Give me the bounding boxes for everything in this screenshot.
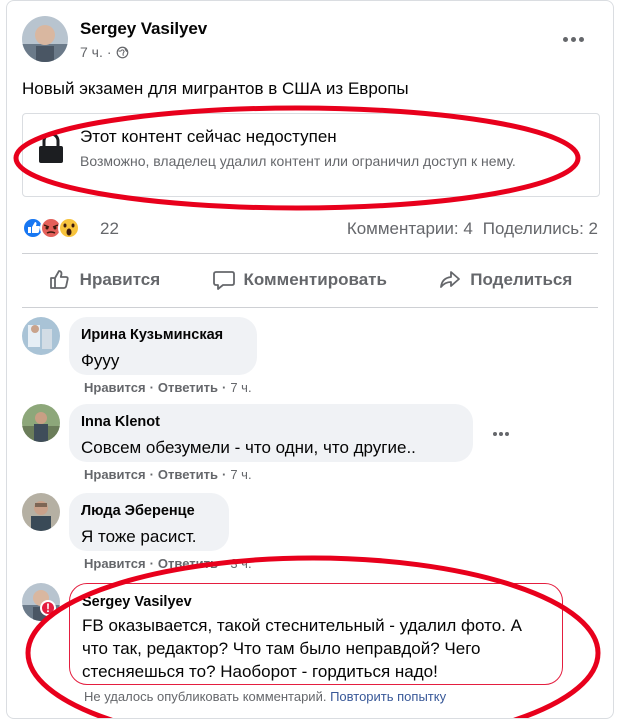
comment-time[interactable]: 3 ч. (230, 556, 251, 571)
post-stats: 22 Комментарии: 4 Поделились: 2 (22, 213, 598, 243)
comment-bubble: Люда Эберенце Я тоже расист. (69, 493, 229, 551)
unavailable-description: Возможно, владелец удалил контент или ог… (80, 153, 516, 169)
link-separator: · (221, 380, 227, 395)
divider (22, 307, 598, 308)
reaction-icons[interactable] (22, 216, 94, 240)
publish-failed-text: Не удалось опубликовать комментарий. (84, 689, 327, 704)
comment-icon (212, 271, 235, 290)
comment-item: Люда Эберенце Я тоже расист. Нравится · О… (22, 493, 598, 573)
like-button[interactable]: Нравится (34, 262, 175, 298)
meta-separator: · (106, 44, 112, 60)
more-dot (499, 432, 503, 436)
comment-more-options-button[interactable] (490, 423, 512, 445)
comment-bubble: Inna Klenot Совсем обезумели - что одни,… (69, 404, 473, 462)
comment-text: Я тоже расист. (81, 527, 197, 546)
comment-reply-link[interactable]: Ответить (158, 467, 218, 482)
share-button-label: Поделиться (470, 270, 573, 289)
stats-right: Комментарии: 4 Поделились: 2 (347, 219, 598, 239)
comment-actions: Нравится · Ответить · 7 ч. (84, 380, 252, 395)
link-separator: · (149, 556, 154, 571)
author-name[interactable]: Sergey Vasilyev (80, 19, 207, 39)
publish-failed-note: Не удалось опубликовать комментарий. Пов… (84, 689, 446, 704)
share-button[interactable]: Поделиться (424, 262, 586, 298)
commenter-avatar[interactable] (22, 493, 60, 531)
post-more-options-button[interactable] (560, 26, 586, 52)
comment-bubble: Sergey Vasilyev FB оказывается, такой ст… (69, 583, 563, 685)
comment-button-label: Комментировать (243, 270, 387, 289)
link-separator: · (149, 380, 154, 395)
more-dot (505, 432, 509, 436)
retry-link[interactable]: Повторить попытку (330, 689, 446, 704)
shares-count[interactable]: Поделились: 2 (483, 219, 598, 239)
unavailable-content-box: Этот контент сейчас недоступен Возможно,… (22, 113, 600, 197)
commenter-name[interactable]: Inna Klenot (81, 412, 461, 432)
wow-reaction-icon (58, 217, 80, 239)
commenter-name[interactable]: Sergey Vasilyev (82, 592, 550, 612)
link-separator: · (221, 467, 227, 482)
comment-like-link[interactable]: Нравится (84, 556, 146, 571)
comment-like-link[interactable]: Нравится (84, 467, 146, 482)
comment-text: Фууу (81, 351, 120, 370)
commenter-name[interactable]: Люда Эберенце (81, 501, 217, 521)
comment-actions: Нравится · Ответить · 3 ч. (84, 556, 252, 571)
comment-text: FB оказывается, такой стеснительный - уд… (82, 616, 522, 681)
post-card: Sergey Vasilyev 7 ч. · Новый экзамен для… (6, 0, 614, 719)
error-icon: ! (40, 600, 56, 616)
like-button-label: Нравится (79, 270, 161, 289)
more-dots-icon (562, 36, 568, 42)
link-separator: · (221, 556, 227, 571)
commenter-name[interactable]: Ирина Кузьминская (81, 325, 245, 345)
commenter-avatar[interactable] (22, 317, 60, 355)
comment-item-failed: ! Sergey Vasilyev FB оказывается, такой … (22, 583, 598, 718)
comment-item: Inna Klenot Совсем обезумели - что одни,… (22, 404, 598, 484)
comment-bubble: Ирина Кузьминская Фууу (69, 317, 257, 375)
post-text: Новый экзамен для мигрантов в США из Евр… (22, 79, 409, 98)
divider (22, 253, 598, 254)
comment-text: Совсем обезумели - что одни, что другие.… (81, 438, 416, 457)
post-actions: Нравится Комментировать Поделиться (22, 257, 598, 303)
comment-like-link[interactable]: Нравится (84, 380, 146, 395)
comment-time[interactable]: 7 ч. (230, 467, 251, 482)
globe-icon (116, 46, 128, 58)
comment-reply-link[interactable]: Ответить (158, 380, 218, 395)
more-dot (570, 36, 576, 42)
lock-icon (39, 132, 63, 163)
comments-count[interactable]: Комментарии: 4 (347, 219, 473, 239)
more-dot (578, 36, 584, 42)
comment-reply-link[interactable]: Ответить (158, 556, 218, 571)
link-separator: · (149, 467, 154, 482)
comment-actions: Нравится · Ответить · 7 ч. (84, 467, 252, 482)
reaction-count[interactable]: 22 (100, 219, 119, 239)
comment-time[interactable]: 7 ч. (230, 380, 251, 395)
post-meta: 7 ч. · (80, 44, 129, 60)
more-dots-icon (493, 432, 497, 436)
post-time[interactable]: 7 ч. (80, 44, 103, 60)
comment-button[interactable]: Комментировать (198, 262, 401, 298)
post-header: Sergey Vasilyev 7 ч. · (22, 16, 598, 68)
share-icon (440, 271, 461, 288)
commenter-avatar[interactable] (22, 404, 60, 442)
author-avatar[interactable] (22, 16, 68, 62)
unavailable-title: Этот контент сейчас недоступен (80, 127, 337, 146)
comment-item: Ирина Кузьминская Фууу Нравится · Ответит… (22, 317, 598, 397)
thumbs-up-icon (49, 270, 69, 289)
